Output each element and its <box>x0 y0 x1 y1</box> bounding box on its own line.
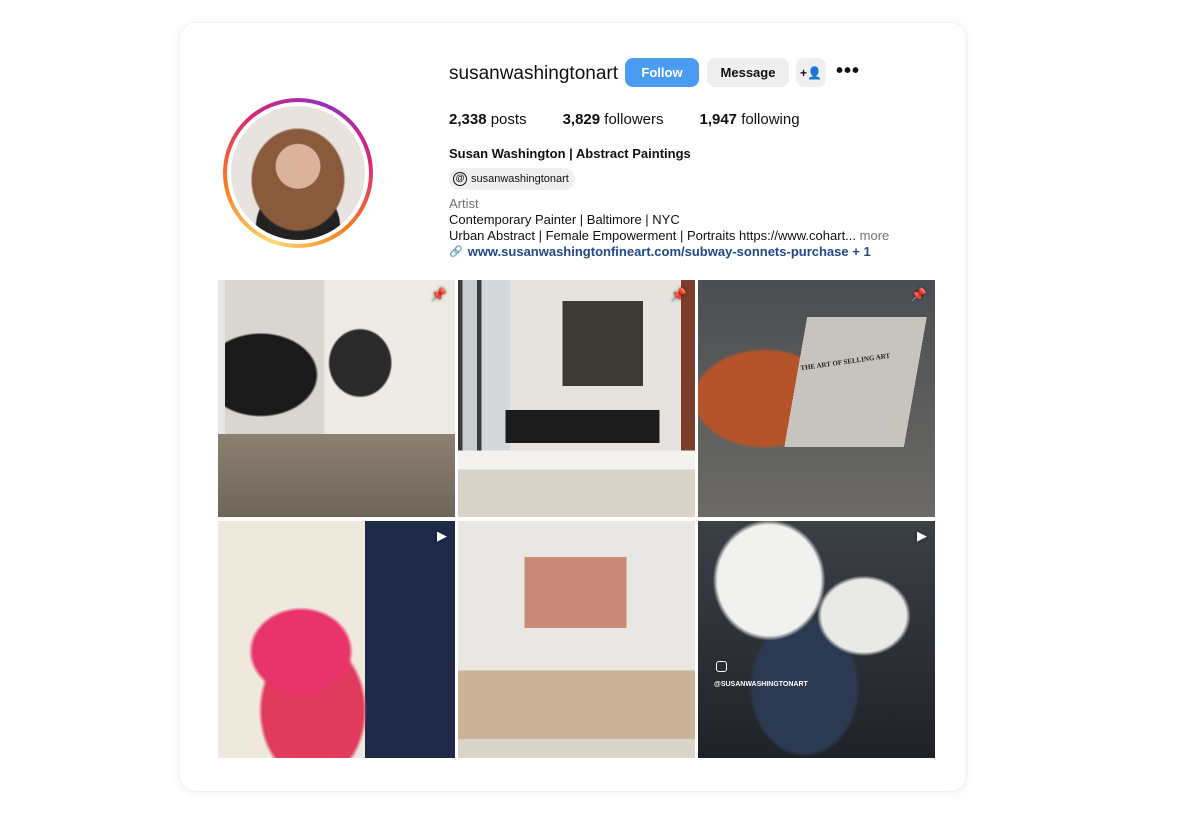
more-options-icon[interactable]: ••• <box>836 61 860 81</box>
bio-more-link[interactable]: more <box>860 228 890 243</box>
pin-icon: 📌 <box>910 287 927 302</box>
following-stat[interactable]: 1,947 following <box>699 111 799 128</box>
pin-icon: 📌 <box>430 287 447 302</box>
post-caption: @SUSANWASHINGTONART <box>714 681 808 688</box>
reels-icon: ▶ <box>437 528 447 543</box>
add-user-button[interactable]: +👤 <box>796 58 826 87</box>
bio-link[interactable]: 🔗 www.susanwashingtonfineart.com/subway-… <box>449 244 871 259</box>
follow-button[interactable]: Follow <box>625 58 699 87</box>
threads-icon: @ <box>453 172 467 186</box>
add-user-icon: +👤 <box>800 65 822 80</box>
bio-line-1: Contemporary Painter | Baltimore | NYC <box>449 212 680 227</box>
posts-stat[interactable]: 2,338 posts <box>449 111 527 128</box>
profile-stats: 2,338 posts 3,829 followers 1,947 follow… <box>449 111 800 128</box>
post-tile[interactable]: 📌 <box>218 280 455 517</box>
link-icon: 🔗 <box>449 246 463 258</box>
post-tile[interactable]: THE ART OF SELLING ART 📌 <box>698 280 935 517</box>
profile-avatar[interactable] <box>223 98 373 248</box>
bio-line-2: Urban Abstract | Female Empowerment | Po… <box>449 228 890 243</box>
avatar-photo <box>231 106 365 240</box>
book-title: THE ART OF SELLING ART <box>799 351 891 373</box>
pin-icon: 📌 <box>670 287 687 302</box>
post-tile[interactable]: ▶ <box>218 521 455 758</box>
profile-card: susanwashingtonart Follow Message +👤 •••… <box>180 23 966 791</box>
post-tile[interactable] <box>458 521 695 758</box>
posts-grid: 📌 📌 THE ART OF SELLING ART 📌 ▶ ▶ @SUSANW… <box>218 280 935 759</box>
message-button[interactable]: Message <box>707 58 789 87</box>
threads-handle: susanwashingtonart <box>471 173 569 185</box>
followers-stat[interactable]: 3,829 followers <box>563 111 664 128</box>
instagram-icon <box>716 661 727 672</box>
reels-icon: ▶ <box>917 528 927 543</box>
post-tile[interactable]: ▶ @SUSANWASHINGTONART <box>698 521 935 758</box>
full-name: Susan Washington | Abstract Paintings <box>449 146 691 161</box>
threads-badge[interactable]: @ susanwashingtonart <box>449 168 575 190</box>
post-tile[interactable]: 📌 <box>458 280 695 517</box>
username: susanwashingtonart <box>449 63 618 84</box>
bio-category: Artist <box>449 196 479 211</box>
